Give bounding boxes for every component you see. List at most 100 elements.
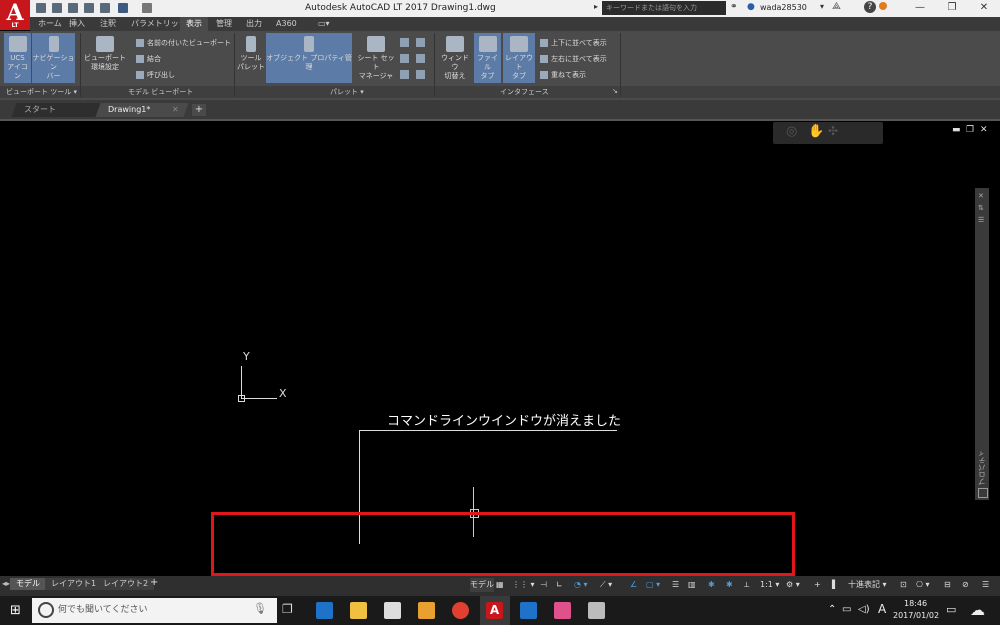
open-icon[interactable] xyxy=(52,3,62,13)
volume-icon[interactable]: ◁) xyxy=(858,604,870,615)
search-expand-icon[interactable]: ▸ xyxy=(594,2,598,11)
file-tabs-button[interactable]: ファイル タブ xyxy=(474,33,501,83)
tab-insert[interactable]: 挿入 xyxy=(63,17,91,31)
sheet-set-manager-button[interactable]: シート セット マネージャ xyxy=(354,33,398,83)
units-dropdown[interactable]: 十進表記 ▾ xyxy=(848,578,887,592)
print-icon[interactable] xyxy=(100,3,110,13)
restore-viewport-button[interactable]: 呼び出し xyxy=(136,69,175,81)
viewport-restore-icon[interactable]: ❐ xyxy=(966,125,974,135)
viewport-minimize-icon[interactable]: ▬ xyxy=(952,125,961,135)
zoom-icon[interactable]: ◎ xyxy=(786,124,797,139)
tool-palettes-button[interactable]: ツール パレット xyxy=(237,33,265,83)
help-search-input[interactable]: キーワードまたは語句を入力 xyxy=(602,1,726,15)
layout-tab-layout1[interactable]: レイアウト1 xyxy=(45,578,103,590)
minimize-button[interactable]: — xyxy=(910,1,930,15)
polar-tracking-icon[interactable]: ◔ ▾ xyxy=(574,578,588,592)
layout-scroll-icon[interactable]: ◂▸ xyxy=(2,579,10,588)
microphone-icon[interactable]: 🎙 xyxy=(253,602,267,615)
drawing-canvas[interactable] xyxy=(0,119,1000,576)
add-layout-button[interactable]: + xyxy=(150,577,158,588)
tray-chevron-icon[interactable]: ⌃ xyxy=(828,604,836,615)
orbit-icon[interactable]: ✣ xyxy=(828,124,838,138)
pan-icon[interactable]: ✋ xyxy=(808,124,824,139)
tab-a360[interactable]: A360 xyxy=(270,17,303,31)
internet-explorer-icon[interactable] xyxy=(520,602,537,619)
switch-windows-button[interactable]: ウィンドウ 切替え xyxy=(438,33,472,83)
paint-icon[interactable] xyxy=(588,602,605,619)
panel-viewport-tools-label[interactable]: ビューポート ツール ▾ xyxy=(6,86,77,98)
redo-icon[interactable] xyxy=(142,3,152,13)
join-button[interactable]: 結合 xyxy=(136,53,161,65)
named-viewports-button[interactable]: 名前の付いたビューポート xyxy=(136,37,231,49)
palette-small-icon-1[interactable] xyxy=(400,38,409,47)
annotation-monitor-icon[interactable]: + xyxy=(814,578,821,592)
weather-icon[interactable]: ☁ xyxy=(970,601,985,619)
new-icon[interactable] xyxy=(36,3,46,13)
autocad-icon[interactable]: A xyxy=(486,602,503,619)
user-name[interactable]: wada28530 xyxy=(760,3,807,12)
application-menu-button[interactable]: A LT xyxy=(0,0,30,30)
palette-small-icon-6[interactable] xyxy=(416,70,425,79)
infer-constraints-icon[interactable]: ⊣ xyxy=(540,578,547,592)
isolate-objects-icon[interactable]: ⎔ ▾ xyxy=(916,578,930,592)
quick-properties-icon[interactable]: ⊡ xyxy=(900,578,907,592)
save-icon[interactable] xyxy=(68,3,78,13)
navigation-bar-button[interactable]: ナビゲーション バー xyxy=(32,33,75,83)
hardware-acceleration-icon[interactable]: ⊟ xyxy=(944,578,951,592)
saveas-icon[interactable] xyxy=(84,3,94,13)
file-explorer-icon[interactable] xyxy=(350,602,367,619)
close-button[interactable]: ✕ xyxy=(974,1,994,15)
viewport-config-button[interactable]: ビューポート 環境設定 xyxy=(84,33,126,83)
clean-screen-icon[interactable]: ⊘ xyxy=(962,578,969,592)
snap-icon[interactable]: ⋮⋮ ▾ xyxy=(512,578,535,592)
palette-close-icon[interactable]: ✕ xyxy=(978,192,984,200)
palette-small-icon-2[interactable] xyxy=(416,38,425,47)
layout-tab-layout2[interactable]: レイアウト2 xyxy=(97,578,155,590)
tab-view[interactable]: 表示 xyxy=(180,17,208,31)
panel-palettes-label[interactable]: パレット ▾ xyxy=(330,86,364,98)
isodraft-icon[interactable]: ⟋ ▾ xyxy=(600,578,612,592)
chrome-icon[interactable] xyxy=(452,602,469,619)
grid-icon[interactable]: ▦ xyxy=(496,578,504,592)
cascade-button[interactable]: 重ねて表示 xyxy=(540,69,586,81)
network-icon[interactable]: ▭ xyxy=(842,604,851,615)
transparency-icon[interactable]: ▥ xyxy=(688,578,696,592)
undo-icon[interactable] xyxy=(118,3,128,13)
palette-small-icon-5[interactable] xyxy=(400,70,409,79)
binoculars-icon[interactable]: ⚭ xyxy=(730,2,738,12)
annotation-scale-dropdown[interactable]: 1:1 ▾ xyxy=(760,578,779,592)
lineweight-icon[interactable]: ☰ xyxy=(672,578,679,592)
customization-icon[interactable]: ☰ xyxy=(982,578,989,592)
hdb-app-icon[interactable] xyxy=(554,602,571,619)
user-icon[interactable]: ● xyxy=(747,2,755,12)
tab-annotate[interactable]: 注釈 xyxy=(94,17,122,31)
palette-settings-icon[interactable]: ☰ xyxy=(978,216,984,224)
user-dropdown-icon[interactable]: ▾ xyxy=(820,2,824,11)
clock-date[interactable]: 2017/01/02 xyxy=(893,611,939,620)
panel-launcher-icon[interactable]: ↘ xyxy=(612,87,618,95)
palette-autohide-icon[interactable]: ⇅ xyxy=(978,204,984,212)
close-tab-icon[interactable]: ✕ xyxy=(172,105,179,114)
palette-small-icon-4[interactable] xyxy=(416,54,425,63)
exchange-icon[interactable]: ⟁ xyxy=(832,1,841,12)
layout-tab-model[interactable]: モデル xyxy=(10,578,46,590)
ribbon-options-icon[interactable]: ▭▾ xyxy=(318,19,330,28)
ime-indicator[interactable]: A xyxy=(878,602,886,616)
properties-button[interactable]: オブジェクト プロパティ管理 xyxy=(266,33,352,83)
viewport-close-icon[interactable]: ✕ xyxy=(980,125,988,135)
tab-output[interactable]: 出力 xyxy=(240,17,268,31)
properties-palette-label[interactable]: プロパティ xyxy=(977,450,987,485)
restore-button[interactable]: ❐ xyxy=(942,1,962,15)
tile-horizontal-button[interactable]: 上下に並べて表示 xyxy=(540,37,607,49)
workspace-gear-icon[interactable]: ⚙ ▾ xyxy=(786,578,800,592)
object-snap-tracking-icon[interactable]: ∠ xyxy=(630,578,637,592)
task-view-icon[interactable]: ❐ xyxy=(282,602,293,616)
new-tab-button[interactable]: + xyxy=(192,104,206,116)
windows-start-icon[interactable]: ⊞ xyxy=(10,603,21,618)
action-center-icon[interactable]: ▭ xyxy=(946,603,956,616)
model-space-button[interactable]: モデル xyxy=(470,578,494,592)
edge-icon[interactable] xyxy=(316,602,333,619)
media-player-icon[interactable] xyxy=(418,602,435,619)
store-icon[interactable] xyxy=(384,602,401,619)
layout-tabs-button[interactable]: レイアウト タブ xyxy=(503,33,535,83)
